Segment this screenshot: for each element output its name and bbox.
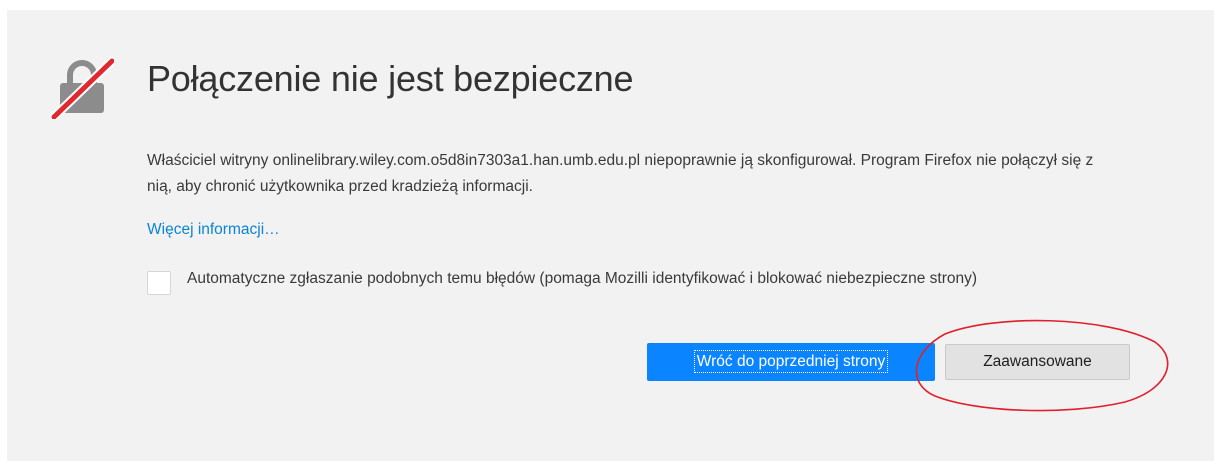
broken-lock-icon	[50, 56, 114, 119]
error-description: Właściciel witryny onlinelibrary.wiley.c…	[147, 152, 1094, 195]
more-info-link[interactable]: Więcej informacji…	[147, 221, 280, 239]
report-errors-checkbox[interactable]	[147, 271, 171, 295]
page-title: Połączenie nie jest bezpieczne	[147, 58, 634, 99]
go-back-button-label: Wróć do poprzedniej strony	[693, 350, 889, 373]
advanced-button[interactable]: Zaawansowane	[945, 344, 1130, 380]
report-errors-label: Automatyczne zgłaszanie podobnych temu b…	[187, 270, 978, 287]
page: Połączenie nie jest bezpieczne Właścicie…	[0, 0, 1214, 461]
go-back-button[interactable]: Wróć do poprzedniej strony	[647, 343, 935, 381]
